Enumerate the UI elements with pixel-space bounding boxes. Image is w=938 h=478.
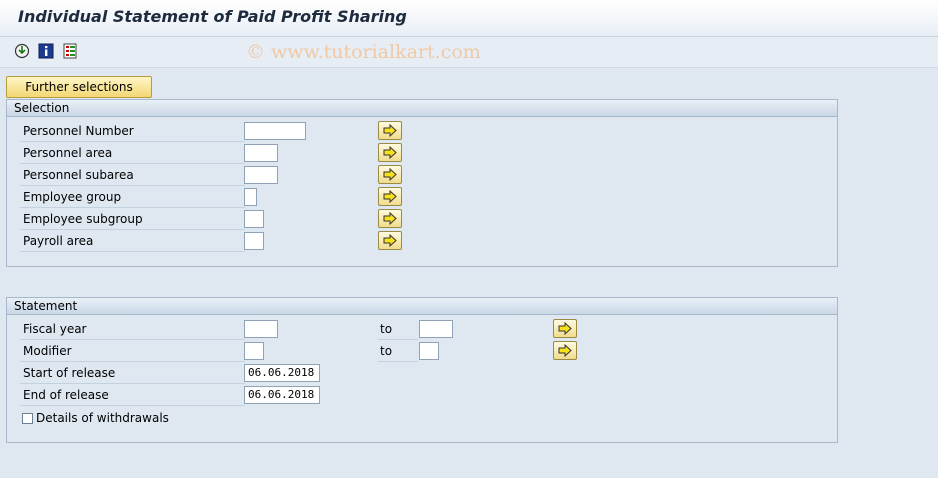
divider — [378, 361, 418, 362]
selection-options-icon[interactable] — [62, 43, 80, 59]
employee-subgroup-input[interactable] — [244, 210, 264, 228]
personnel-number-label: Personnel Number — [23, 124, 134, 138]
divider — [20, 383, 245, 384]
employee-subgroup-multiple-selection-button[interactable] — [378, 209, 402, 228]
personnel-number-input[interactable] — [244, 122, 306, 140]
fiscal-year-to-input[interactable] — [419, 320, 453, 338]
arrow-right-icon — [558, 322, 572, 335]
employee-group-label: Employee group — [23, 190, 122, 204]
selection-group-title: Selection — [7, 100, 837, 117]
info-icon[interactable] — [38, 43, 56, 59]
page-title: Individual Statement of Paid Profit Shar… — [18, 7, 407, 26]
watermark: © www.tutorialkart.com — [246, 41, 481, 63]
modifier-label: Modifier — [23, 344, 72, 358]
arrow-right-icon — [558, 344, 572, 357]
statement-group: Statement Fiscal year to Modifier to Sta… — [6, 297, 838, 443]
payroll-area-label: Payroll area — [23, 234, 94, 248]
arrow-right-icon — [383, 234, 397, 247]
personnel-area-input[interactable] — [244, 144, 278, 162]
divider — [20, 185, 245, 186]
divider — [20, 163, 245, 164]
personnel-subarea-label: Personnel subarea — [23, 168, 134, 182]
details-of-withdrawals-label: Details of withdrawals — [36, 411, 169, 425]
employee-group-input[interactable] — [244, 188, 257, 206]
personnel-area-multiple-selection-button[interactable] — [378, 143, 402, 162]
start-of-release-label: Start of release — [23, 366, 116, 380]
end-of-release-input[interactable]: 06.06.2018 — [244, 386, 320, 404]
arrow-right-icon — [383, 124, 397, 137]
further-selections-button[interactable]: Further selections — [6, 76, 152, 98]
fiscal-year-label: Fiscal year — [23, 322, 87, 336]
divider — [20, 405, 245, 406]
personnel-area-label: Personnel area — [23, 146, 113, 160]
payroll-area-multiple-selection-button[interactable] — [378, 231, 402, 250]
modifier-from-input[interactable] — [244, 342, 264, 360]
modifier-to-input[interactable] — [419, 342, 439, 360]
employee-group-multiple-selection-button[interactable] — [378, 187, 402, 206]
modifier-to-label: to — [380, 344, 393, 358]
title-bar: Individual Statement of Paid Profit Shar… — [0, 0, 938, 37]
arrow-right-icon — [383, 212, 397, 225]
divider — [20, 339, 245, 340]
fiscal-year-to-label: to — [380, 322, 393, 336]
employee-subgroup-label: Employee subgroup — [23, 212, 143, 226]
divider — [378, 339, 418, 340]
details-of-withdrawals-checkbox[interactable] — [22, 413, 33, 424]
personnel-number-multiple-selection-button[interactable] — [378, 121, 402, 140]
end-of-release-label: End of release — [23, 388, 109, 402]
fiscal-year-from-input[interactable] — [244, 320, 278, 338]
divider — [20, 361, 245, 362]
execute-icon[interactable] — [14, 43, 32, 59]
arrow-right-icon — [383, 190, 397, 203]
arrow-right-icon — [383, 168, 397, 181]
statement-group-title: Statement — [7, 298, 837, 315]
arrow-right-icon — [383, 146, 397, 159]
modifier-multiple-selection-button[interactable] — [553, 341, 577, 360]
divider — [20, 251, 245, 252]
divider — [20, 141, 245, 142]
divider — [20, 207, 245, 208]
divider — [20, 229, 245, 230]
personnel-subarea-input[interactable] — [244, 166, 278, 184]
start-of-release-input[interactable]: 06.06.2018 — [244, 364, 320, 382]
payroll-area-input[interactable] — [244, 232, 264, 250]
fiscal-year-multiple-selection-button[interactable] — [553, 319, 577, 338]
personnel-subarea-multiple-selection-button[interactable] — [378, 165, 402, 184]
selection-group: Selection Personnel Number Personnel are… — [6, 99, 838, 267]
